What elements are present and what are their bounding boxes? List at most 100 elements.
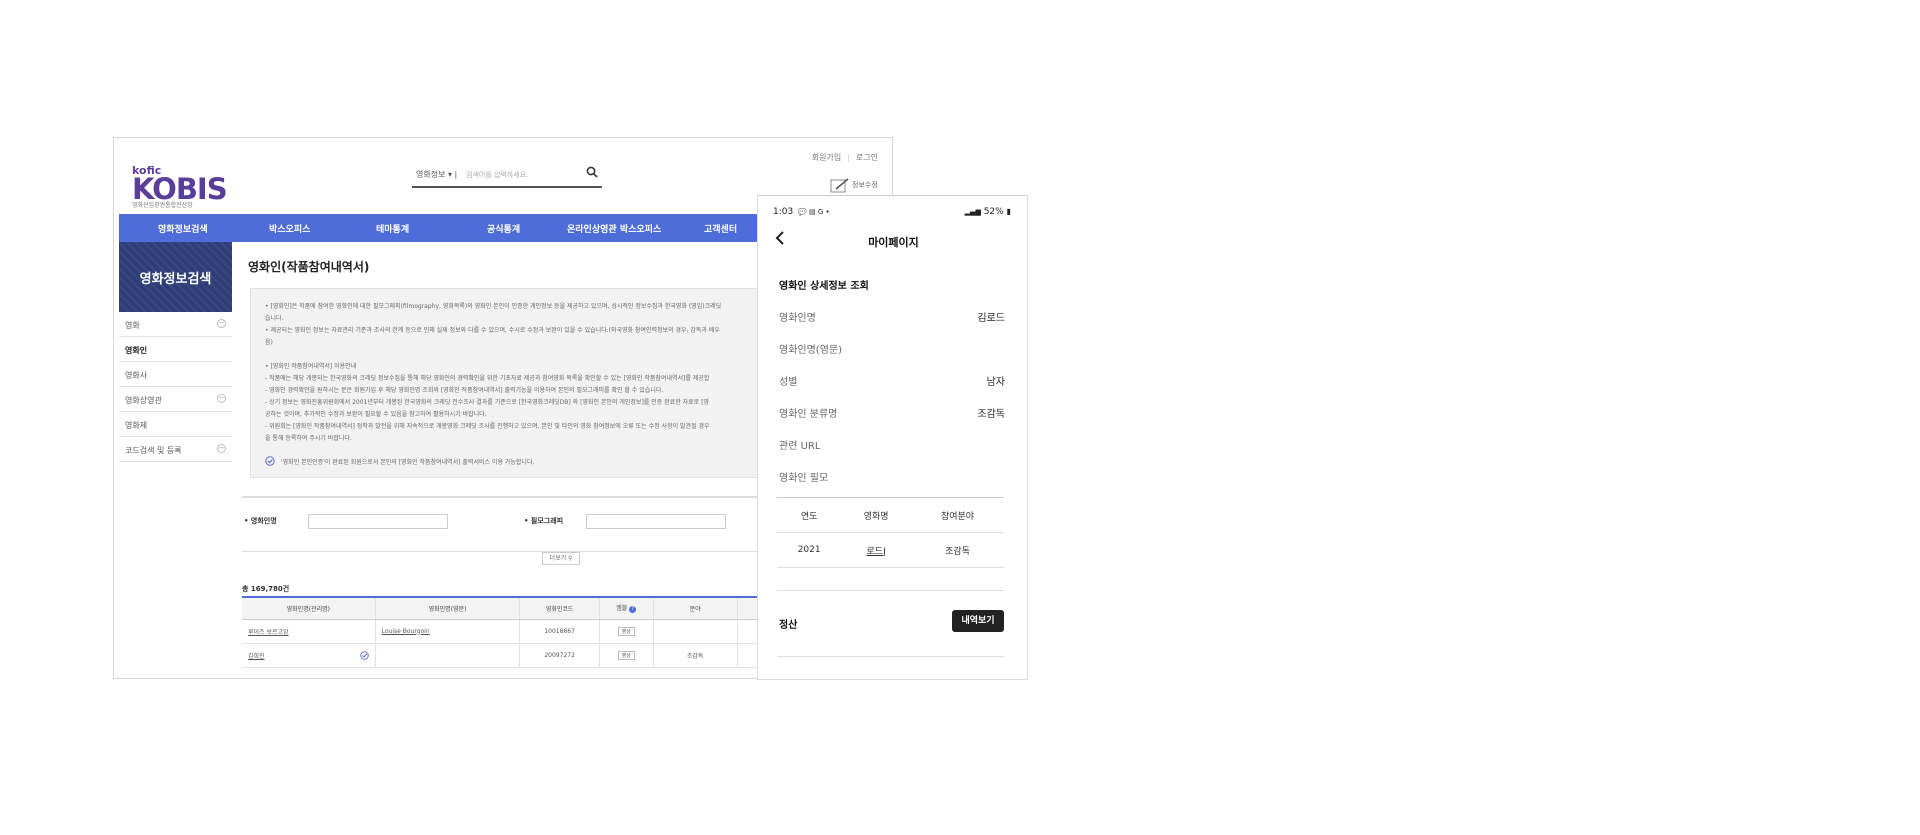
lnb-item-movie[interactable]: 영화 − bbox=[119, 312, 232, 337]
notice-line: 을 통해 등록하여 주시기 바랍니다. bbox=[265, 435, 352, 442]
person-en-link[interactable]: Louise Bourgoin bbox=[374, 619, 520, 644]
gnb-item-boxoffice[interactable]: 박스오피스 bbox=[269, 222, 310, 235]
gnb-item-customer-center[interactable]: 고객센터 bbox=[704, 222, 737, 235]
signal-icon: ▂▄▆ bbox=[964, 208, 981, 216]
field-key: 성별 bbox=[779, 377, 798, 388]
lnb-item-label: 영화인 bbox=[125, 346, 148, 355]
field-key: 영화인명 bbox=[779, 313, 816, 324]
lnb-item-label: 영화사 bbox=[125, 371, 148, 380]
person-code: 20097272 bbox=[519, 643, 600, 668]
notice-line: - 영화인 경력확인을 원하시는 분은 회원가입 후 해당 영화인명 조회와 [… bbox=[265, 387, 664, 394]
notice-line: - 작품에는 해당 개봉되는 한국영화의 크레딧 정보수집을 통해 해당 영화인… bbox=[265, 375, 710, 382]
filmo-role: 조감독 bbox=[911, 532, 1004, 568]
filmo-header-row: 연도 영화명 참여분야 bbox=[777, 497, 1004, 533]
filmo-col-header: 연도 bbox=[777, 497, 842, 533]
lnb-item-company[interactable]: 영화사 bbox=[119, 362, 232, 387]
lnb-item-label: 영화 bbox=[125, 321, 140, 330]
expand-icon[interactable]: − bbox=[217, 394, 226, 403]
lnb-item-code-search[interactable]: 코드검색 및 등록 − bbox=[119, 437, 232, 462]
field-value: 조감독 bbox=[977, 409, 1005, 420]
notice-line: 습니다. bbox=[265, 315, 284, 322]
lnb-item-label: 영화제 bbox=[125, 421, 148, 430]
gnb-item-official-stats[interactable]: 공식통계 bbox=[487, 222, 520, 235]
person-name-link[interactable]: 김희진 bbox=[248, 653, 265, 660]
field-key: 관련 URL bbox=[779, 441, 821, 452]
emblem-cell: 영상 bbox=[598, 643, 654, 668]
help-icon[interactable]: ? bbox=[629, 606, 637, 614]
battery-level: 52% bbox=[983, 207, 1004, 217]
person-name-cell: 김희진 bbox=[242, 643, 376, 668]
col-header[interactable]: 분야 bbox=[652, 596, 738, 620]
notice-line: 음) bbox=[265, 339, 273, 346]
settlement-label: 정산 bbox=[779, 620, 798, 631]
col-header-text: 엠블 bbox=[616, 605, 628, 613]
search-input[interactable]: 검색어를 입력하세요. bbox=[466, 170, 528, 180]
field-row: 영화인명(영문) bbox=[779, 341, 1005, 356]
filmography-table: 연도 영화명 참여분야 2021 로드J 조감독 bbox=[777, 497, 1004, 568]
lnb-item-theater[interactable]: 영화상영관 − bbox=[119, 387, 232, 412]
filmo-year: 2021 bbox=[777, 532, 842, 568]
check-circle-icon bbox=[265, 456, 275, 470]
filmography-input[interactable] bbox=[586, 514, 726, 529]
notice-line: 공하는 것이며, 추가적인 수정과 보완이 필요할 수 있음을 참고하여 활용하… bbox=[265, 411, 487, 418]
verified-check-icon bbox=[359, 650, 369, 662]
mobile-mypage-screen: 1:03 💬 ▤ G • ▂▄▆ 52% ▮ 마이페이지 영화인 상세정보 조회… bbox=[757, 195, 1028, 680]
lnb-item-festival[interactable]: 영화제 bbox=[119, 412, 232, 437]
result-count: 총 169,780건 bbox=[242, 585, 290, 593]
filmo-col-header: 영화명 bbox=[841, 497, 911, 533]
status-bar-left: 1:03 💬 ▤ G • bbox=[773, 207, 830, 217]
filmo-movie-link[interactable]: 로드J bbox=[841, 532, 911, 568]
person-name-input[interactable] bbox=[308, 514, 448, 529]
status-time: 1:03 bbox=[773, 207, 794, 217]
col-header[interactable]: 영화인코드 bbox=[519, 596, 600, 620]
emblem-tag[interactable]: 영상 bbox=[617, 650, 635, 660]
search-select[interactable]: 영화정보 ▾ | bbox=[416, 169, 457, 180]
lnb-title: 영화정보검색 bbox=[119, 242, 232, 312]
search-select-label: 영화정보 bbox=[416, 170, 446, 179]
kobis-logo[interactable]: kofic KOBIS 영화관입장권통합전산망 bbox=[132, 165, 228, 210]
logo-big: KOBIS bbox=[132, 172, 228, 206]
edit-info-label: 정보수정 bbox=[852, 181, 878, 189]
person-name-label: • 영화인명 bbox=[244, 517, 277, 525]
emblem-cell: 영상 bbox=[598, 619, 654, 644]
status-bar-right: ▂▄▆ 52% ▮ bbox=[965, 207, 1011, 217]
status-notification-icons: 💬 ▤ G • bbox=[798, 208, 830, 216]
filmo-col-header: 참여분야 bbox=[911, 497, 1004, 533]
notice-line: - 상기 정보는 영화진흥위원회에서 2001년부터 개봉된 한국영화의 크레딧… bbox=[265, 399, 709, 406]
col-header[interactable]: 엠블 ? bbox=[598, 596, 654, 620]
notice-line bbox=[265, 349, 795, 361]
emblem-tag[interactable]: 영상 bbox=[617, 626, 635, 636]
gnb-item-theme-stats[interactable]: 테마통계 bbox=[376, 222, 409, 235]
filmography-label: • 필모그래피 bbox=[524, 517, 564, 525]
person-name-link[interactable]: 루이즈 보르고앙 bbox=[242, 619, 376, 644]
more-button[interactable]: 더보기 ⚲ bbox=[542, 552, 580, 565]
login-link[interactable]: 로그인 bbox=[856, 153, 878, 162]
history-button[interactable]: 내역보기 bbox=[952, 610, 1004, 632]
notice-line: • [영화인 작품참여내역서] 이용안내 bbox=[265, 363, 357, 370]
more-button-label: 더보기 bbox=[549, 555, 567, 562]
search-bar: 영화정보 ▾ | 검색어를 입력하세요. bbox=[412, 166, 602, 188]
notice-line: - 위원회는 [영화인 작품참여내역서] 정착과 발전을 위해 지속적으로 개봉… bbox=[265, 423, 710, 430]
col-header[interactable]: 영화인명(관리명) bbox=[242, 596, 376, 620]
gnb-item-movie-search[interactable]: 영화정보검색 bbox=[158, 222, 208, 235]
field-value: 김로드 bbox=[977, 313, 1005, 324]
battery-icon: ▮ bbox=[1006, 207, 1011, 216]
gnb-item-online-boxoffice[interactable]: 온라인상영관 박스오피스 bbox=[567, 222, 661, 235]
expand-icon[interactable]: − bbox=[217, 319, 226, 328]
section-title: 영화인 상세정보 조회 bbox=[779, 281, 869, 292]
field-row: 영화인 분류명 조감독 bbox=[779, 405, 1005, 420]
search-icon: ⚲ bbox=[568, 555, 573, 562]
top-links: 회원가입 | 로그인 bbox=[811, 153, 878, 162]
search-icon[interactable] bbox=[586, 166, 598, 182]
lnb-item-person[interactable]: 영화인 bbox=[119, 337, 232, 362]
person-code: 10018667 bbox=[519, 619, 600, 644]
field-value: 남자 bbox=[986, 377, 1005, 388]
col-header[interactable]: 영화인명(영문) bbox=[374, 596, 520, 620]
field-key: 영화인명(영문) bbox=[779, 345, 843, 356]
role-cell bbox=[652, 619, 738, 644]
person-en-link[interactable] bbox=[374, 643, 520, 668]
expand-icon[interactable]: − bbox=[217, 444, 226, 453]
page-title: 영화인(작품참여내역서) bbox=[248, 260, 370, 274]
notice-box: • [영화인]은 작품에 참여한 영화인에 대한 필모그래피(filmograp… bbox=[250, 288, 810, 478]
join-link[interactable]: 회원가입 bbox=[812, 153, 841, 162]
